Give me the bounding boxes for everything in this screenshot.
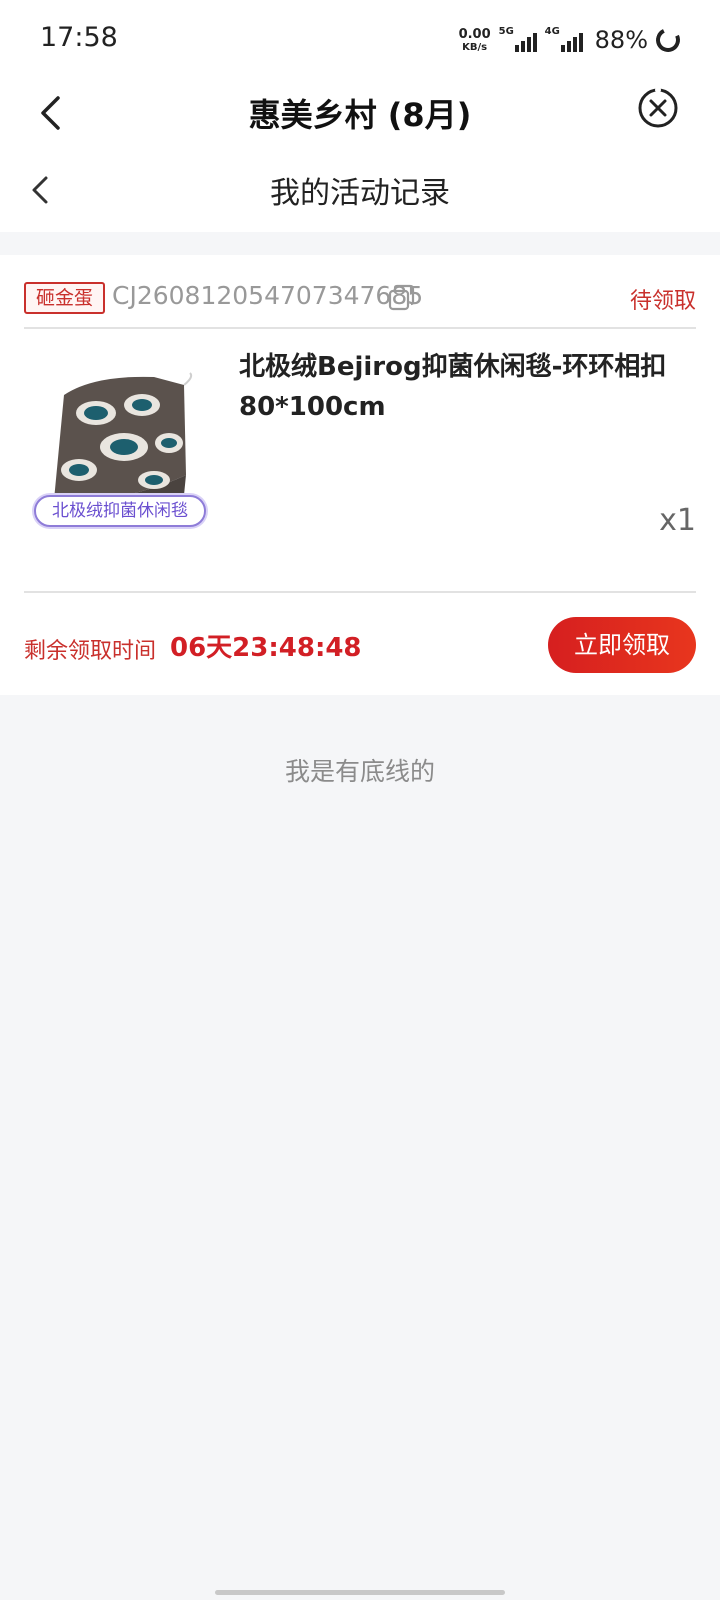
record-header: 砸金蛋 CJ260812054707347685 待领取 bbox=[24, 255, 696, 329]
copy-icon[interactable] bbox=[386, 283, 416, 313]
page-header: 我的活动记录 bbox=[0, 150, 720, 232]
remaining-time-value: 06天23:48:48 bbox=[170, 633, 362, 663]
signal-5g-label: 5G bbox=[498, 26, 514, 37]
claim-now-button[interactable]: 立即领取 bbox=[548, 617, 696, 673]
battery-icon bbox=[652, 24, 684, 56]
close-circle-icon[interactable] bbox=[636, 86, 680, 130]
record-footer: 剩余领取时间 06天23:48:48 立即领取 bbox=[24, 591, 696, 695]
end-of-list-text: 我是有底线的 bbox=[284, 757, 435, 786]
product-title[interactable]: 北极绒Bejirog抑菌休闲毯-环环相扣80*100cm bbox=[239, 347, 679, 427]
status-icons: 0.00 KB/s 5G 4G 88% bbox=[459, 24, 684, 56]
network-speed-unit: KB/s bbox=[462, 41, 488, 53]
signal-4g-label: 4G bbox=[544, 26, 560, 37]
activity-record-card: 砸金蛋 CJ260812054707347685 待领取 北极绒抑菌休闲毯 北极… bbox=[0, 255, 720, 695]
activity-tag: 砸金蛋 bbox=[24, 282, 106, 314]
network-speed: 0.00 KB/s bbox=[459, 28, 491, 53]
battery-percent: 88% bbox=[594, 26, 648, 54]
network-speed-value: 0.00 bbox=[458, 26, 491, 42]
status-time: 17:58 bbox=[40, 22, 118, 53]
remaining-time-label: 剩余领取时间 bbox=[24, 639, 157, 664]
mini-program-header: 惠美乡村 (8月) bbox=[0, 80, 720, 150]
product-badge: 北极绒抑菌休闲毯 bbox=[34, 495, 206, 527]
record-status: 待领取 bbox=[629, 289, 696, 314]
mini-program-title: 惠美乡村 (8月) bbox=[248, 96, 472, 134]
status-bar: 17:58 0.00 KB/s 5G 4G 88% bbox=[0, 0, 720, 80]
page-title: 我的活动记录 bbox=[270, 176, 450, 211]
signal-4g-icon: 4G bbox=[545, 26, 583, 54]
product-quantity: x1 bbox=[659, 503, 696, 538]
signal-5g-icon: 5G bbox=[499, 26, 537, 54]
home-indicator[interactable] bbox=[215, 1590, 505, 1595]
order-number: CJ260812054707347685 bbox=[112, 281, 424, 310]
